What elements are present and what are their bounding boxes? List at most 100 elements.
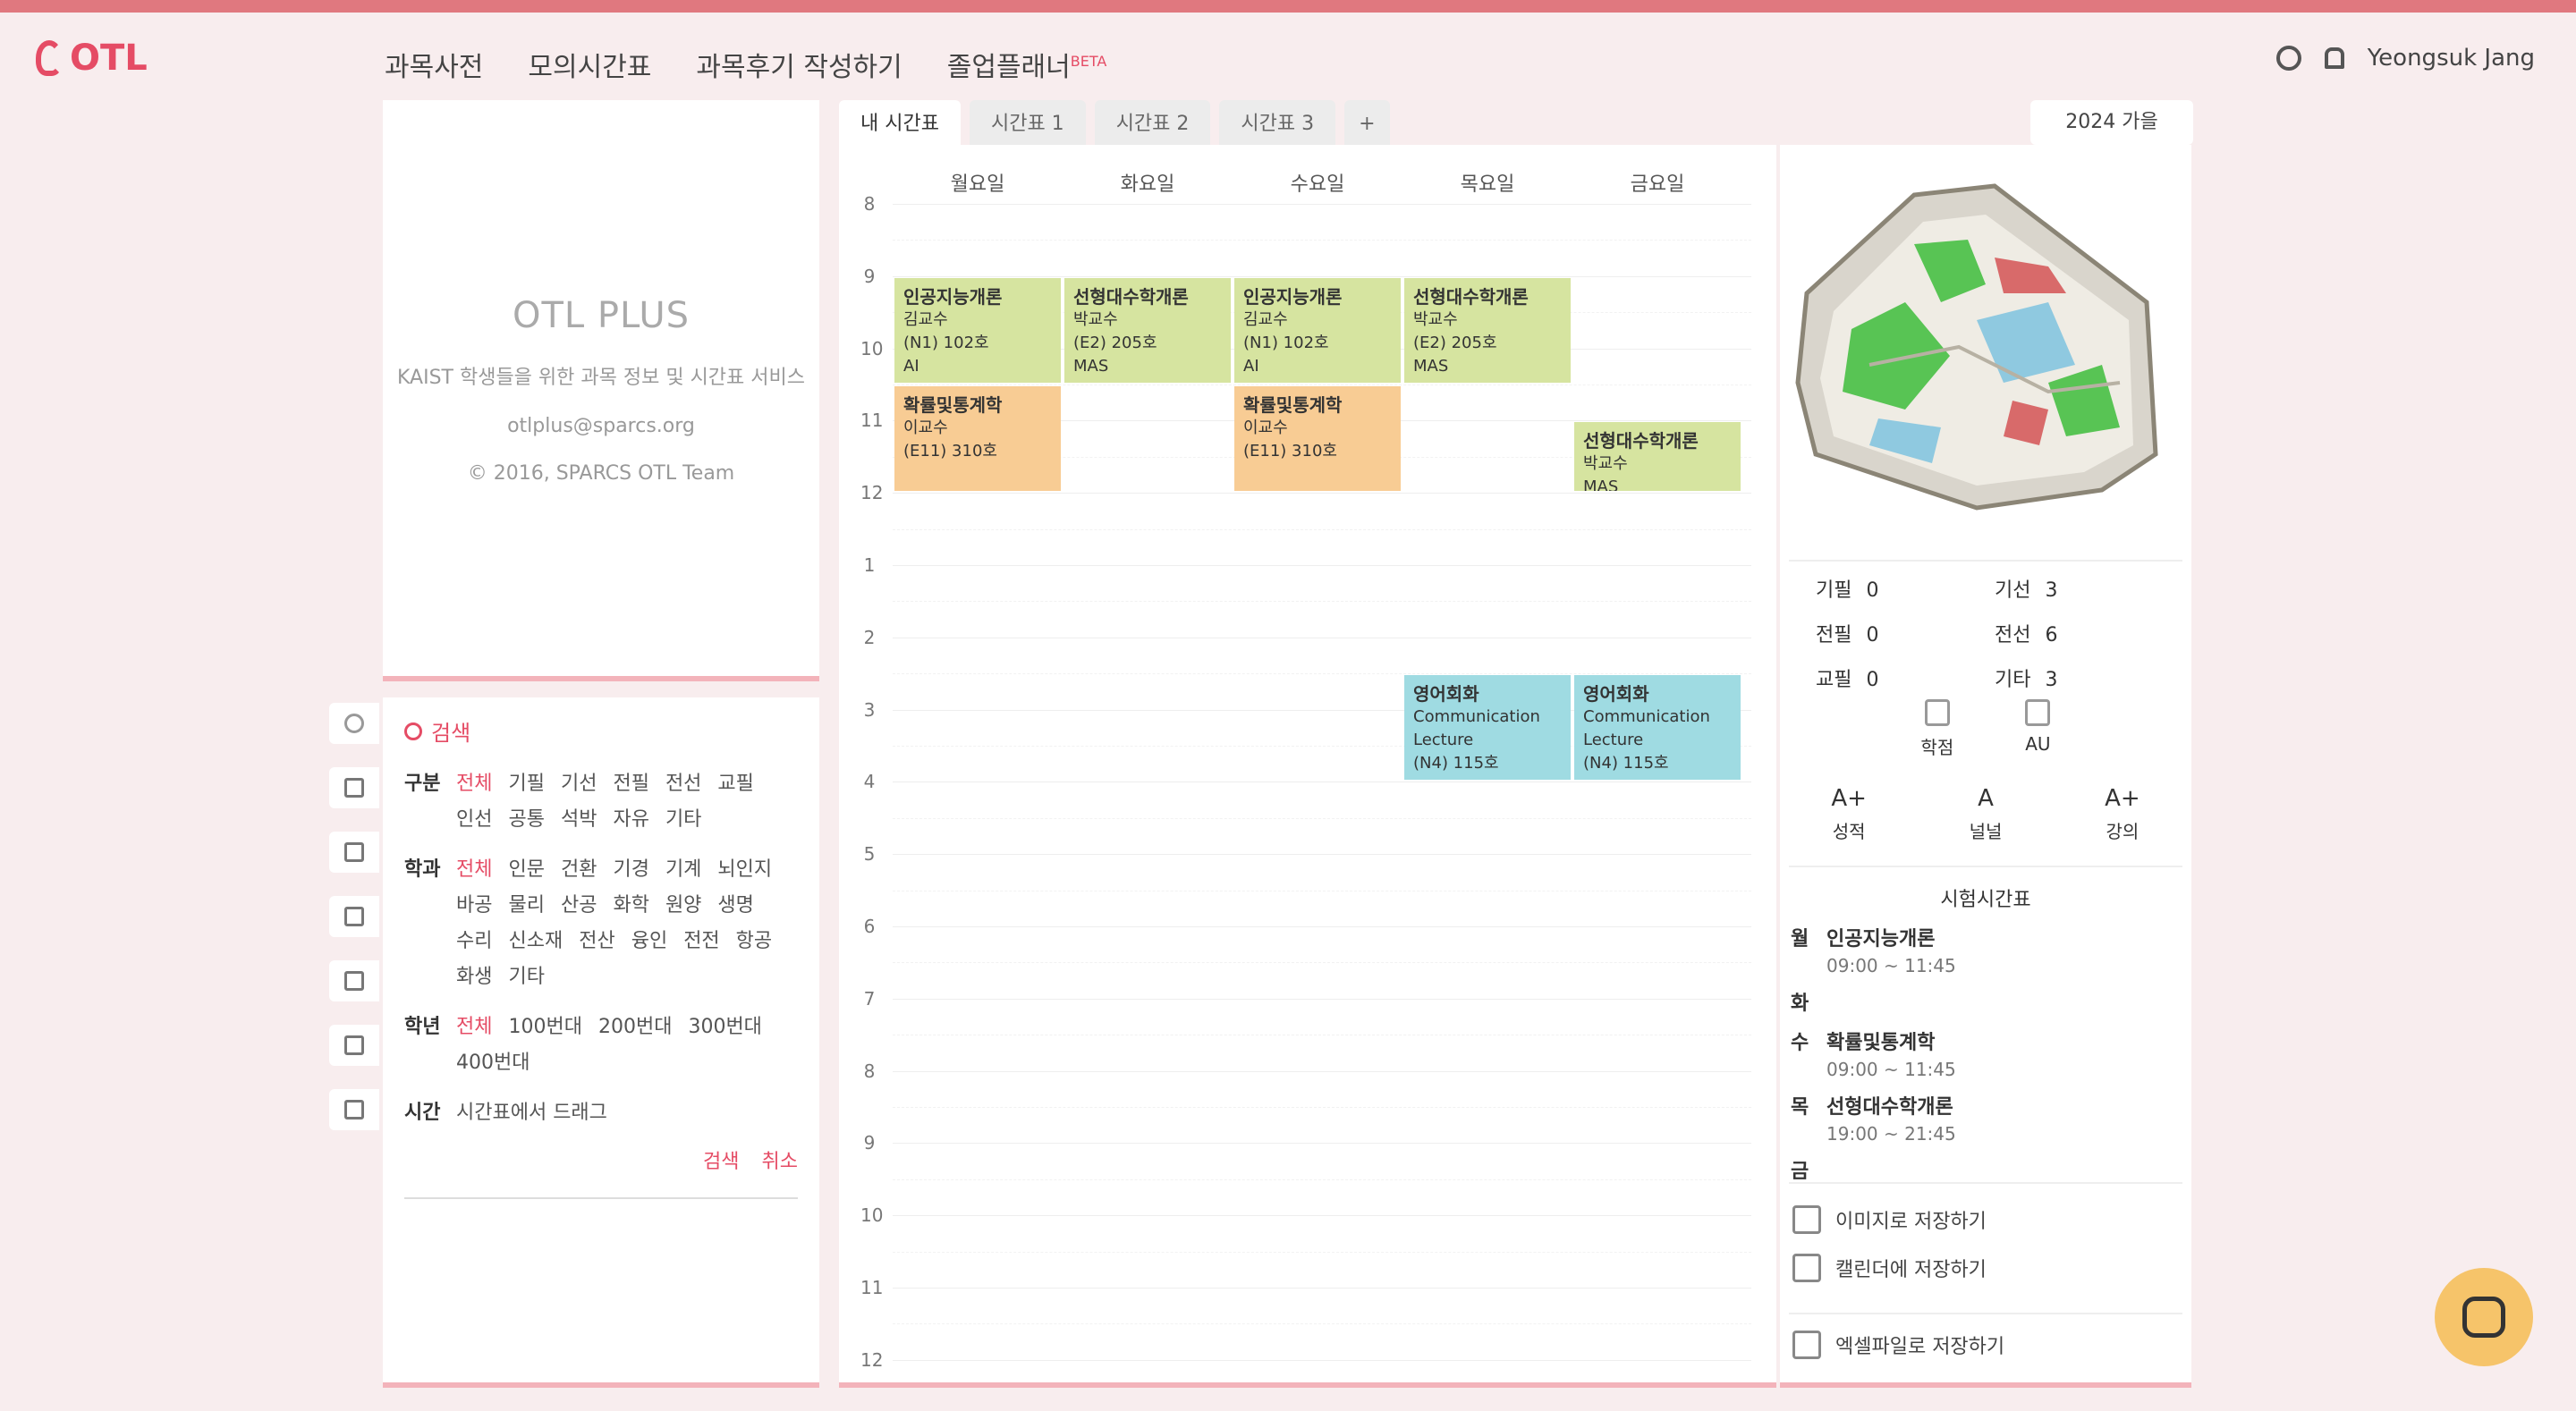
filter-option[interactable]: 산공 xyxy=(561,888,597,924)
filter-option[interactable]: 전체 xyxy=(456,852,492,888)
course-block[interactable]: 선형대수학개론 박교수 (E2) 205호 MAS xyxy=(1404,277,1571,383)
filter-option[interactable]: 기타 xyxy=(508,959,544,995)
save-calendar-button[interactable]: 캘린더에 저장하기 xyxy=(1792,1254,1987,1282)
language-icon[interactable] xyxy=(2275,46,2301,71)
filter-option[interactable]: 화학 xyxy=(613,888,648,924)
filter-option[interactable]: 자유 xyxy=(613,802,648,838)
filter-option[interactable]: 전전 xyxy=(683,924,719,959)
course-detail: (N1) 102호 xyxy=(1243,333,1329,352)
info-copyright: © 2016, SPARCS OTL Team xyxy=(467,462,735,485)
filter-option[interactable]: 건환 xyxy=(561,852,597,888)
course-block[interactable]: 인공지능개론 김교수 (N1) 102호 AI xyxy=(1234,277,1401,383)
filter-option[interactable]: 300번대 xyxy=(688,1010,761,1045)
filter-option[interactable]: 뇌인지 xyxy=(717,852,772,888)
tab-my-timetable[interactable]: 내 시간표 xyxy=(839,100,961,148)
filter-option[interactable]: 바공 xyxy=(456,888,492,924)
semester-selector[interactable]: 2024 가을 xyxy=(2030,100,2193,145)
nav-planner[interactable]: 졸업플래너BETA xyxy=(947,45,1107,84)
chat-button[interactable] xyxy=(2435,1268,2533,1366)
exam-course: 인공지능개론 xyxy=(1826,928,1936,951)
filter-option[interactable]: 전선 xyxy=(665,766,701,802)
course-detail: MAS xyxy=(1073,356,1109,376)
divider xyxy=(1789,1313,2182,1314)
search-cancel-button[interactable]: 취소 xyxy=(762,1151,798,1173)
course-block[interactable]: 선형대수학개론 박교수 (E2) 205호 MAS xyxy=(1064,277,1231,383)
save-excel-button[interactable]: 엑셀파일로 저장하기 xyxy=(1792,1331,2004,1359)
day-header: 금요일 xyxy=(1630,173,1685,196)
filter-option[interactable]: 기경 xyxy=(613,852,648,888)
filter-option[interactable]: 생명 xyxy=(717,888,753,924)
filter-option[interactable]: 융인 xyxy=(631,924,667,959)
nav-write-reviews[interactable]: 과목후기 작성하기 xyxy=(696,45,902,84)
tab-timetable-3[interactable]: 시간표 3 xyxy=(1219,100,1336,148)
filter-option[interactable]: 화생 xyxy=(456,959,492,995)
filter-option[interactable]: 석박 xyxy=(561,802,597,838)
nav-timetable[interactable]: 모의시간표 xyxy=(528,45,651,84)
side-tab-heart[interactable] xyxy=(329,1089,379,1130)
info-email[interactable]: otlplus@sparcs.org xyxy=(383,415,819,437)
side-tab-basic[interactable] xyxy=(329,767,379,808)
filter-option[interactable]: 400번대 xyxy=(456,1045,530,1081)
hour-line xyxy=(893,204,1751,205)
grade-label: 강의 xyxy=(2106,821,2140,842)
filter-option[interactable]: 기필 xyxy=(508,766,544,802)
filter-option[interactable]: 물리 xyxy=(508,888,544,924)
add-timetable-button[interactable]: + xyxy=(1344,100,1390,148)
filter-option[interactable]: 시간표에서 드래그 xyxy=(456,1095,607,1131)
hour-line xyxy=(893,1070,1751,1072)
tab-timetable-1[interactable]: 시간표 1 xyxy=(969,100,1086,148)
credit-icon xyxy=(1924,699,1950,726)
side-tab-search[interactable] xyxy=(329,703,379,744)
campus-map[interactable] xyxy=(1780,159,2191,553)
filter-option[interactable]: 전산 xyxy=(579,924,614,959)
user-name[interactable]: Yeongsuk Jang xyxy=(2368,45,2535,72)
filter-option[interactable]: 100번대 xyxy=(508,1010,581,1045)
filter-option[interactable]: 기선 xyxy=(561,766,597,802)
exam-time: 09:00 ~ 11:45 xyxy=(1826,955,1956,976)
timetable-tabs: 내 시간표 시간표 1 시간표 2 시간표 3 + xyxy=(839,100,1390,148)
course-block[interactable]: 영어회화 Communication Lecture (N4) 115호 xyxy=(1574,675,1741,781)
save-image-button[interactable]: 이미지로 저장하기 xyxy=(1792,1205,1987,1234)
count-label: 기필 xyxy=(1816,579,1852,602)
search-header[interactable]: 검색 xyxy=(404,715,798,747)
day-header: 월요일 xyxy=(950,173,1005,196)
course-block[interactable]: 확률및통계학 이교수 (E11) 310호 xyxy=(894,386,1061,492)
exam-day: 목 xyxy=(1791,1096,1809,1119)
grade-value: A xyxy=(1978,785,1994,812)
hour-line xyxy=(893,565,1751,566)
nav-dictionary[interactable]: 과목사전 xyxy=(385,45,483,84)
side-tab-humanities[interactable] xyxy=(329,896,379,937)
filter-option[interactable]: 원양 xyxy=(665,888,701,924)
timetable-grid[interactable]: 월요일 화요일 수요일 목요일 금요일 8 9 10 11 12 1 2 3 4 5 6 7 8 9 10 11 12 인공… xyxy=(839,145,1776,1388)
logo[interactable]: OTL xyxy=(36,38,148,79)
search-submit-button[interactable]: 검색 xyxy=(703,1151,739,1173)
filter-option[interactable]: 인선 xyxy=(456,802,492,838)
course-block[interactable]: 영어회화 Communication Lecture (N4) 115호 xyxy=(1404,675,1571,781)
tab-timetable-2[interactable]: 시간표 2 xyxy=(1094,100,1211,148)
filter-option[interactable]: 항공 xyxy=(736,924,772,959)
filter-option[interactable]: 공통 xyxy=(508,802,544,838)
side-tab-cart[interactable] xyxy=(329,960,379,1001)
hour-line xyxy=(893,1215,1751,1217)
filter-option[interactable]: 신소재 xyxy=(508,924,563,959)
course-block[interactable]: 선형대수학개론 박교수 MAS xyxy=(1574,422,1741,492)
side-tab-major[interactable] xyxy=(329,832,379,873)
side-tab-filter[interactable] xyxy=(329,1025,379,1066)
filter-option[interactable]: 전필 xyxy=(613,766,648,802)
course-block[interactable]: 인공지능개론 김교수 (N1) 102호 AI xyxy=(894,277,1061,383)
filter-option[interactable]: 수리 xyxy=(456,924,492,959)
count-item: 기타 3 xyxy=(1995,663,2156,692)
course-block[interactable]: 확률및통계학 이교수 (E11) 310호 xyxy=(1234,386,1401,492)
hour-line xyxy=(893,854,1751,856)
filter-option[interactable]: 기타 xyxy=(665,802,701,838)
divider xyxy=(404,1197,798,1199)
action-label: 캘린더에 저장하기 xyxy=(1835,1259,1987,1281)
filter-option[interactable]: 인문 xyxy=(508,852,544,888)
filter-option[interactable]: 기계 xyxy=(665,852,701,888)
filter-option[interactable]: 200번대 xyxy=(598,1010,672,1045)
filter-option[interactable]: 교필 xyxy=(717,766,753,802)
logo-icon xyxy=(36,40,63,76)
filter-option[interactable]: 전체 xyxy=(456,1010,492,1045)
filter-option[interactable]: 전체 xyxy=(456,766,492,802)
search-header-text: 검색 xyxy=(431,721,471,746)
